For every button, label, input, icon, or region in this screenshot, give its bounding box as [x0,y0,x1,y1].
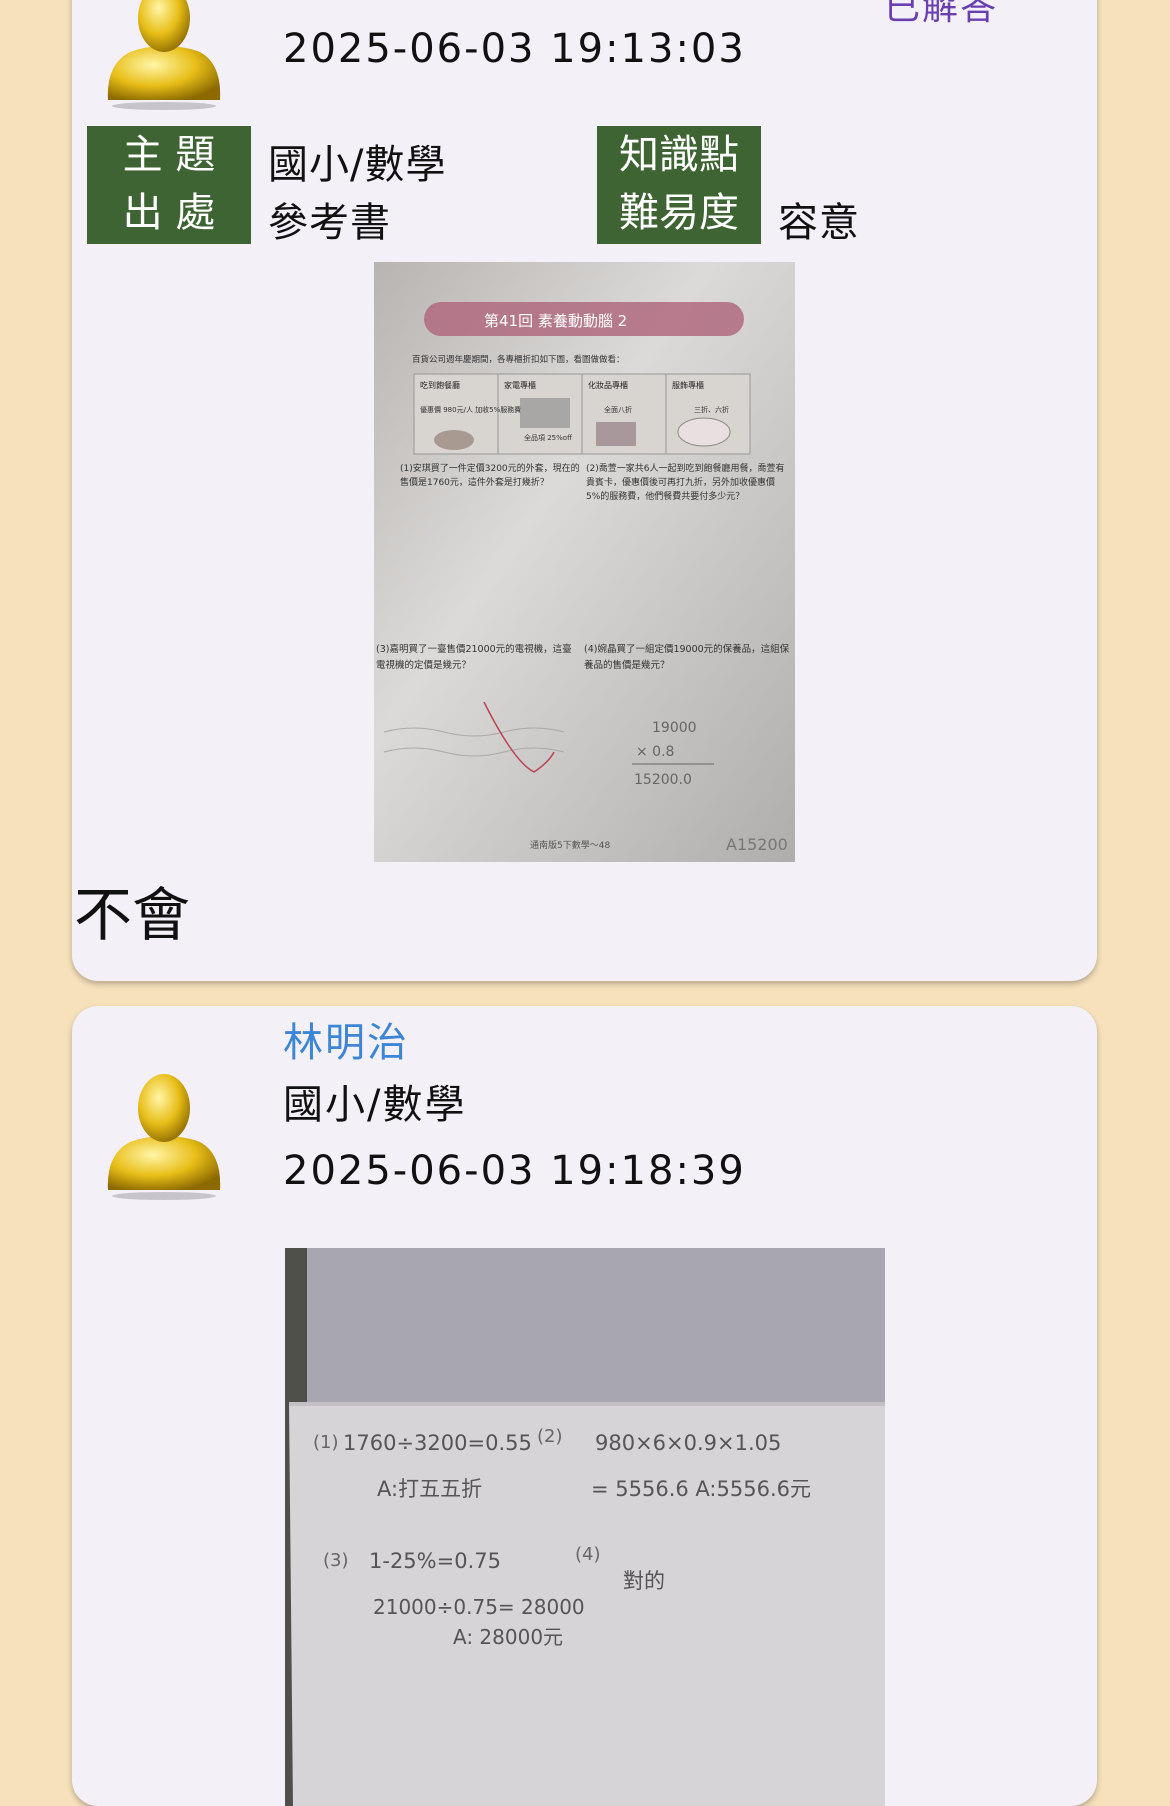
answerer-avatar-icon [107,1074,221,1200]
user-avatar-icon [107,0,221,110]
panel-3-note: 全面八折 [604,405,632,414]
hand-line-1: 1760÷3200=0.55 [343,1431,532,1455]
hand-calc-1: 19000 [652,720,697,736]
question-photo-image: 第41回 素養動動腦 2 百貨公司週年慶期間，各專櫃折扣如下圖，看圖做做看： 吃… [374,262,795,862]
label-knowledge-difficulty: 知識點 難易度 [597,126,761,244]
hand-num-1: (1) [313,1432,339,1453]
answer-photo[interactable]: (1) 1760÷3200=0.55 A:打五五折 (2) 980×6×0.9×… [285,1248,885,1806]
panel-3-title: 化妝品專櫃 [588,380,628,390]
photo-intro: 百貨公司週年慶期間，各專櫃折扣如下圖，看圖做做看： [412,354,625,365]
panel-1-note: 優惠價 980元/人 加收5%服務費 [420,405,521,414]
panel-2-note: 全品項 25%off [524,433,572,442]
hand-line-5: 1-25%=0.75 [369,1549,501,1573]
hand-num-2: (2) [537,1426,563,1447]
answer-timestamp: 2025-06-03 19:18:39 [283,1148,746,1194]
subject-value: 國小/數學 [268,142,447,188]
panel-2-title: 家電專櫃 [504,380,536,390]
hand-calc-3: 15200.0 [634,772,692,788]
hand-calc-answer: A15200 [726,835,788,854]
hand-calc-2: × 0.8 [636,744,674,760]
photo-question-4: (4)婉晶買了一組定價19000元的保養品，這組保養品的售價是幾元？ [584,644,790,671]
hand-line-3: 980×6×0.9×1.05 [595,1431,781,1455]
hand-line-4: = 5556.6 A:5556.6元 [591,1477,811,1501]
question-card[interactable]: 已解答 2025-06-03 19:13:03 主 題 出 處 國小/數學 參考… [72,0,1097,981]
label-knowledge: 知識點 [619,132,739,178]
panel-4-note: 三折、六折 [694,405,729,414]
label-difficulty: 難易度 [619,190,739,236]
difficulty-value: 容意 [778,200,860,246]
photo-question-2: (2)喬萱一家共6人一起到吃到飽餐廳用餐，喬萱有貴賓卡，優惠價後可再打九折，另外… [586,464,785,502]
hand-num-3: (3) [323,1550,349,1571]
photo-header: 第41回 素養動動腦 2 [484,312,627,330]
question-body-text: 不會 [74,881,191,949]
hand-line-8: 對的 [623,1569,665,1593]
panel-1-title: 吃到飽餐廳 [420,380,460,390]
post-timestamp: 2025-06-03 19:13:03 [283,26,746,72]
hand-line-2: A:打五五折 [377,1477,482,1501]
hand-line-7: A: 28000元 [453,1625,563,1649]
photo-question-1: (1)安琪買了一件定價3200元的外套，現在的售價是1760元，這件外套是打幾折… [400,464,580,488]
label-subject-source: 主 題 出 處 [87,126,251,244]
answer-card[interactable]: 林明治 國小/數學 2025-06-03 19:18:39 (1) 1760÷3… [72,1006,1097,1806]
label-subject: 主 題 [122,132,216,178]
hand-num-4: (4) [575,1544,601,1565]
question-photo[interactable]: 第41回 素養動動腦 2 百貨公司週年慶期間，各專櫃折扣如下圖，看圖做做看： 吃… [374,262,795,862]
source-value: 參考書 [268,200,391,246]
answer-photo-image: (1) 1760÷3200=0.55 A:打五五折 (2) 980×6×0.9×… [285,1248,885,1806]
answer-subject: 國小/數學 [283,1082,467,1128]
label-source: 出 處 [122,190,216,236]
status-answered: 已解答 [884,0,999,28]
photo-question-3: (3)嘉明買了一臺售價21000元的電視機，這臺電視機的定價是幾元？ [376,644,572,671]
hand-line-6: 21000÷0.75= 28000 [373,1595,585,1619]
photo-footer: 通南版5下數學～48 [530,839,610,851]
panel-4-title: 服飾專櫃 [672,380,704,390]
answerer-username[interactable]: 林明治 [283,1010,409,1068]
